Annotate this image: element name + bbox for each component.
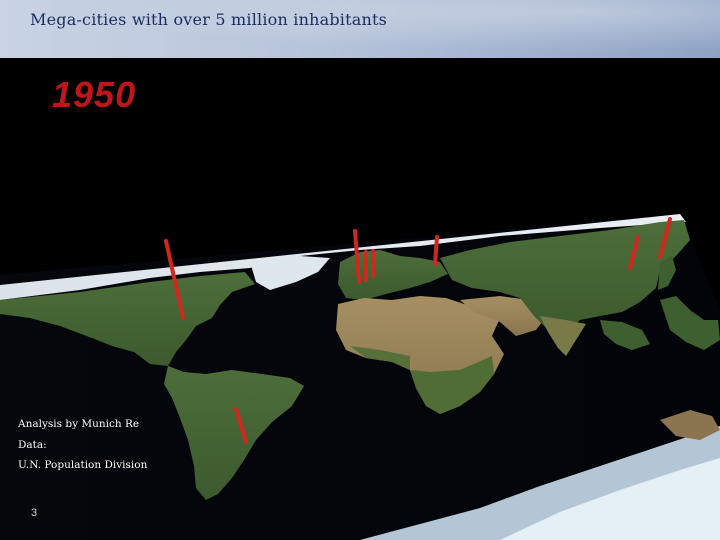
credit-analysis: Analysis by Munich Re bbox=[18, 418, 140, 430]
credits: Analysis by Munich Re Data: U.N. Populat… bbox=[18, 414, 147, 476]
page-number: 3 bbox=[31, 507, 38, 519]
city-marker bbox=[433, 235, 439, 266]
credit-data-label: Data: bbox=[18, 438, 47, 451]
credit-source: U.N. Population Division bbox=[18, 459, 148, 471]
slide-title: Mega-cities with over 5 million inhabita… bbox=[30, 10, 388, 29]
year-label: 1950 bbox=[52, 74, 137, 115]
